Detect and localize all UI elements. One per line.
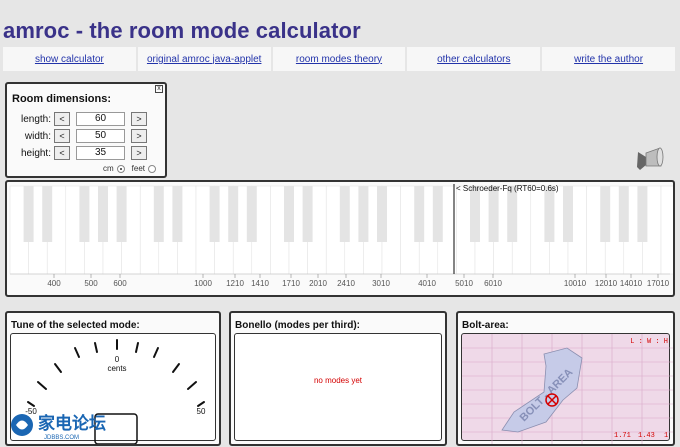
bolt-axis-label: L : W : H bbox=[630, 338, 668, 346]
freq-label: 1000 bbox=[194, 279, 212, 288]
bolt-area-panel: Bolt-area: BOLT - AREA L : W : H 1.71 1.… bbox=[456, 311, 675, 446]
black-key bbox=[246, 186, 257, 242]
black-key bbox=[172, 186, 183, 242]
black-key bbox=[414, 186, 425, 242]
schroeder-label: < Schroeder-Fq (RT60=0.6s) bbox=[456, 184, 559, 193]
freq-label: 4010 bbox=[418, 279, 436, 288]
black-key bbox=[377, 186, 387, 242]
tune-max-label: 50 bbox=[197, 407, 206, 416]
bolt-ratio-l: 1 bbox=[664, 432, 668, 440]
freq-label: 1210 bbox=[226, 279, 244, 288]
freq-label: 500 bbox=[84, 279, 98, 288]
freq-label: 3010 bbox=[372, 279, 390, 288]
bonello-title: Bonello (modes per third): bbox=[235, 320, 360, 331]
black-key bbox=[153, 186, 164, 242]
bonello-graph: no modes yet bbox=[234, 333, 442, 441]
bolt-title: Bolt-area: bbox=[462, 320, 509, 331]
length-increase-button[interactable]: > bbox=[131, 112, 147, 126]
height-field[interactable]: 35 bbox=[76, 146, 125, 160]
black-key bbox=[544, 186, 555, 242]
black-key bbox=[98, 186, 108, 242]
watermark-logo: 家电论坛 JDBBS.COM bbox=[11, 413, 106, 441]
unit-cm-label: cm bbox=[103, 164, 114, 173]
black-key bbox=[600, 186, 611, 242]
length-field[interactable]: 60 bbox=[76, 112, 125, 126]
black-key bbox=[79, 186, 90, 242]
close-icon[interactable]: x bbox=[155, 85, 163, 93]
freq-label: 2010 bbox=[309, 279, 327, 288]
black-key bbox=[228, 186, 239, 242]
black-key bbox=[339, 186, 350, 242]
height-decrease-button[interactable]: < bbox=[54, 146, 70, 160]
bolt-ratio-h: 1.43 bbox=[638, 432, 655, 440]
width-decrease-button[interactable]: < bbox=[54, 129, 70, 143]
height-label: height: bbox=[20, 147, 51, 159]
width-label: width: bbox=[24, 130, 51, 142]
nav-show-calculator[interactable]: show calculator bbox=[3, 47, 138, 71]
freq-label: 600 bbox=[113, 279, 127, 288]
black-key bbox=[42, 186, 53, 242]
height-row: height: < 35 > bbox=[7, 145, 147, 161]
watermark-sub: JDBBS.COM bbox=[44, 435, 79, 441]
nav-write-author[interactable]: write the author bbox=[542, 47, 677, 71]
bonello-message: no modes yet bbox=[313, 376, 363, 385]
black-key bbox=[209, 186, 220, 242]
keyboard-graphic: 400 500 600 1000 1210 1410 1710 2010 2410 3010 401… bbox=[9, 184, 673, 288]
tune-center-value: 0 bbox=[115, 355, 120, 364]
tune-title: Tune of the selected mode: bbox=[11, 320, 140, 331]
nav-original-applet[interactable]: original amroc java-applet bbox=[137, 47, 273, 71]
black-key bbox=[507, 186, 518, 242]
freq-label: 5010 bbox=[455, 279, 473, 288]
nav-room-modes-theory[interactable]: room modes theory bbox=[272, 47, 408, 71]
length-decrease-button[interactable]: < bbox=[54, 112, 70, 126]
width-increase-button[interactable]: > bbox=[131, 129, 147, 143]
black-key bbox=[23, 186, 34, 242]
length-label: length: bbox=[20, 113, 51, 125]
white-key bbox=[660, 185, 673, 275]
black-key bbox=[432, 186, 443, 242]
bolt-graph: BOLT - AREA L : W : H 1.71 1.43 1 bbox=[461, 333, 673, 444]
black-key bbox=[488, 186, 499, 242]
length-row: length: < 60 > bbox=[7, 111, 147, 127]
freq-label: 12010 bbox=[595, 279, 618, 288]
height-increase-button[interactable]: > bbox=[131, 146, 147, 160]
freq-label: 1710 bbox=[282, 279, 300, 288]
freq-label: 6010 bbox=[484, 279, 502, 288]
freq-label: 17010 bbox=[647, 279, 670, 288]
bolt-ratio-w: 1.71 bbox=[614, 432, 631, 440]
unit-feet-radio[interactable] bbox=[148, 164, 157, 173]
frequency-keyboard[interactable]: 400 500 600 1000 1210 1410 1710 2010 2410 3010 401… bbox=[5, 180, 675, 297]
nav-bar: show calculator original amroc java-appl… bbox=[3, 47, 677, 71]
black-key bbox=[302, 186, 313, 242]
black-key bbox=[358, 186, 369, 242]
room-dimensions-title: Room dimensions: bbox=[12, 93, 112, 105]
freq-label: 2410 bbox=[337, 279, 355, 288]
freq-label: 1410 bbox=[251, 279, 269, 288]
black-key bbox=[563, 186, 573, 242]
width-row: width: < 50 > bbox=[7, 128, 147, 144]
black-key bbox=[470, 186, 480, 242]
watermark-text: 家电论坛 bbox=[38, 413, 106, 434]
black-key bbox=[116, 186, 127, 242]
freq-label: 400 bbox=[47, 279, 61, 288]
unit-selector: cm feet bbox=[103, 164, 157, 173]
width-field[interactable]: 50 bbox=[76, 129, 125, 143]
page-title: amroc - the room mode calculator bbox=[3, 18, 361, 43]
speaker-icon[interactable] bbox=[634, 144, 664, 174]
black-key bbox=[637, 186, 648, 242]
freq-label: 10010 bbox=[564, 279, 587, 288]
nav-other-calculators[interactable]: other calculators bbox=[407, 47, 543, 71]
black-key bbox=[284, 186, 294, 242]
tune-center-unit: cents bbox=[107, 364, 126, 373]
unit-feet-label: feet bbox=[131, 164, 146, 173]
bolt-diagram: BOLT - AREA L : W : H 1.71 1.43 1 bbox=[462, 334, 673, 444]
black-key bbox=[618, 186, 629, 242]
unit-cm-radio[interactable] bbox=[116, 164, 125, 173]
room-dimensions-panel: Room dimensions: x length: < 60 > width:… bbox=[5, 82, 167, 178]
bonello-panel: Bonello (modes per third): no modes yet bbox=[229, 311, 447, 446]
freq-label: 14010 bbox=[620, 279, 643, 288]
